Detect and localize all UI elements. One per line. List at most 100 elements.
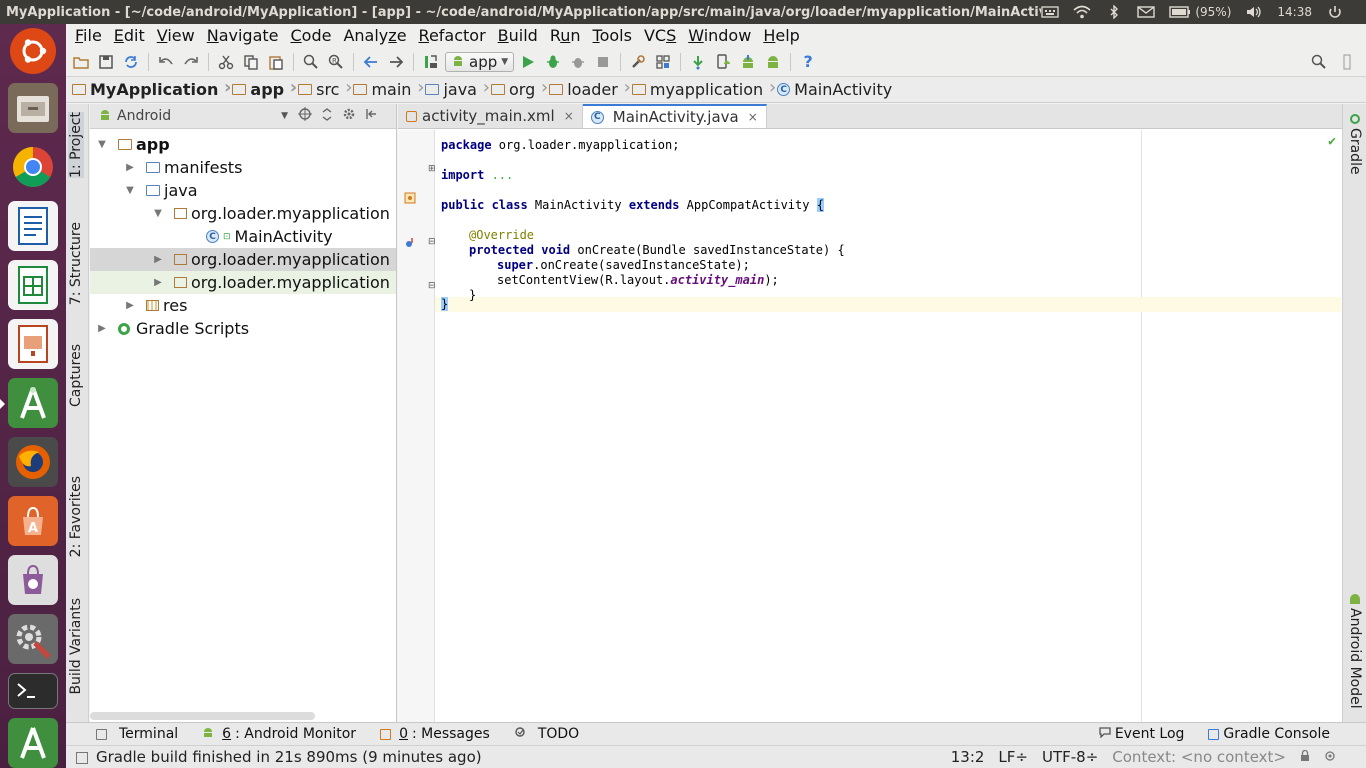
- toolbar-scroll-icon[interactable]: [1336, 51, 1358, 73]
- android-device-monitor-icon[interactable]: [762, 51, 784, 73]
- store-icon[interactable]: [8, 555, 58, 605]
- clock[interactable]: 14:38: [1277, 5, 1312, 19]
- breadcrumb-main[interactable]: main: [353, 77, 424, 99]
- menu-code[interactable]: Code: [285, 26, 338, 45]
- breadcrumb-java[interactable]: java: [425, 77, 489, 99]
- line-separator[interactable]: LF÷: [998, 748, 1028, 766]
- tool-messages[interactable]: 0: Messages: [368, 726, 502, 742]
- breadcrumb-src[interactable]: src: [298, 77, 353, 99]
- close-icon[interactable]: ×: [748, 110, 758, 124]
- dash-icon[interactable]: [10, 28, 56, 74]
- tool-event-log[interactable]: Event Log: [1087, 726, 1197, 742]
- calc-icon[interactable]: [8, 260, 58, 310]
- project-view-select[interactable]: Android ▼: [98, 107, 288, 125]
- settings-icon[interactable]: [8, 614, 58, 664]
- gradle-sync-icon[interactable]: [687, 51, 709, 73]
- stop-icon[interactable]: [592, 51, 614, 73]
- horizontal-scrollbar[interactable]: [90, 712, 315, 720]
- toggle-tool-windows-icon[interactable]: [76, 752, 88, 764]
- tab-captures[interactable]: Captures: [68, 344, 84, 407]
- tool-terminal[interactable]: Terminal: [84, 726, 190, 742]
- bluetooth-icon[interactable]: [1105, 4, 1123, 20]
- context-indicator[interactable]: Context: <no context>: [1112, 748, 1286, 766]
- undo-icon[interactable]: [155, 51, 177, 73]
- menu-help[interactable]: Help: [757, 26, 805, 45]
- breadcrumb-loader[interactable]: loader: [549, 77, 630, 99]
- avd-manager-icon[interactable]: [712, 51, 734, 73]
- help-icon[interactable]: ?: [797, 51, 819, 73]
- tab-build-variants[interactable]: Build Variants: [68, 598, 84, 695]
- battery-indicator[interactable]: (95%): [1169, 5, 1231, 19]
- power-icon[interactable]: [1326, 5, 1344, 19]
- software-center-icon[interactable]: A: [8, 496, 58, 546]
- breadcrumb-mainactivity[interactable]: C MainActivity: [777, 80, 902, 99]
- run-configuration-select[interactable]: app ▼: [445, 51, 515, 72]
- gear-icon[interactable]: [342, 107, 356, 125]
- run-icon[interactable]: [517, 51, 539, 73]
- menu-navigate[interactable]: Navigate: [201, 26, 285, 45]
- search-everywhere-icon[interactable]: [1308, 51, 1330, 73]
- debug-icon[interactable]: [542, 51, 564, 73]
- menu-window[interactable]: Window: [682, 26, 757, 45]
- scroll-from-source-icon[interactable]: [298, 107, 312, 125]
- sdk-manager-icon[interactable]: [737, 51, 759, 73]
- menu-tools[interactable]: Tools: [587, 26, 638, 45]
- breadcrumb-module[interactable]: app: [232, 77, 297, 99]
- tree-item-package-android-test[interactable]: ▶ org.loader.myapplication: [90, 248, 396, 271]
- tab-structure[interactable]: 7: Structure: [68, 222, 84, 305]
- breadcrumb-myapplication[interactable]: myapplication: [631, 77, 776, 99]
- android-studio-icon[interactable]: [0, 378, 58, 428]
- status-message[interactable]: Gradle build finished in 21s 890ms (9 mi…: [66, 748, 482, 766]
- terminal-icon[interactable]: [8, 673, 58, 709]
- inspector-icon[interactable]: [1324, 748, 1336, 766]
- cut-icon[interactable]: [215, 51, 237, 73]
- tree-item-mainactivity[interactable]: C ⊡ MainActivity: [90, 225, 396, 248]
- tab-project[interactable]: 1: Project: [68, 112, 84, 178]
- attach-debugger-icon[interactable]: [567, 51, 589, 73]
- implements-marker-icon[interactable]: [404, 192, 416, 207]
- menu-build[interactable]: Build: [492, 26, 544, 45]
- file-encoding[interactable]: UTF-8÷: [1042, 748, 1098, 766]
- tree-item-app[interactable]: ▼ app: [90, 133, 396, 156]
- sync-icon[interactable]: [120, 51, 142, 73]
- menu-analyze[interactable]: Analyze: [337, 26, 412, 45]
- back-icon[interactable]: [360, 51, 382, 73]
- code-area[interactable]: package org.loader.myapplication; import…: [435, 130, 1342, 722]
- copy-icon[interactable]: [240, 51, 262, 73]
- tool-android-monitor[interactable]: 6: Android Monitor: [190, 726, 368, 742]
- menu-run[interactable]: Run: [544, 26, 587, 45]
- menu-file[interactable]: File: [69, 26, 108, 45]
- menu-edit[interactable]: Edit: [108, 26, 151, 45]
- redo-icon[interactable]: [180, 51, 202, 73]
- wifi-icon[interactable]: [1073, 5, 1091, 19]
- override-marker-icon[interactable]: [404, 237, 416, 252]
- tree-item-gradle-scripts[interactable]: ▶ Gradle Scripts: [90, 317, 396, 340]
- open-folder-icon[interactable]: [70, 51, 92, 73]
- volume-icon[interactable]: [1245, 5, 1263, 19]
- paste-icon[interactable]: [265, 51, 287, 73]
- mail-icon[interactable]: [1137, 5, 1156, 19]
- writer-icon[interactable]: [8, 201, 58, 251]
- lock-icon[interactable]: [1300, 748, 1310, 766]
- chevron-right-icon[interactable]: ▶: [152, 277, 164, 288]
- forward-icon[interactable]: [385, 51, 407, 73]
- menu-vcs[interactable]: VCS: [638, 26, 682, 45]
- caret-position[interactable]: 13:2: [951, 748, 985, 766]
- chevron-right-icon[interactable]: ▶: [96, 323, 108, 334]
- menu-refactor[interactable]: Refactor: [413, 26, 492, 45]
- tab-android-model[interactable]: Android Model: [1347, 594, 1363, 709]
- impress-icon[interactable]: [8, 319, 58, 369]
- chevron-right-icon[interactable]: ▶: [124, 162, 136, 173]
- tree-item-package-test[interactable]: ▶ org.loader.myapplication: [90, 271, 396, 294]
- chevron-down-icon[interactable]: ▼: [124, 185, 136, 196]
- tool-gradle-console[interactable]: Gradle Console: [1196, 726, 1366, 742]
- chevron-down-icon[interactable]: ▼: [152, 208, 164, 219]
- tree-item-res[interactable]: ▶ res: [90, 294, 396, 317]
- breadcrumb-org[interactable]: org: [490, 77, 548, 99]
- editor-gutter[interactable]: ⊞ ⊟ ⊟: [398, 130, 436, 722]
- tree-item-manifests[interactable]: ▶ manifests: [90, 156, 396, 179]
- tool-todo[interactable]: TODO: [502, 726, 591, 742]
- save-all-icon[interactable]: [95, 51, 117, 73]
- android-studio-2-icon[interactable]: [8, 718, 58, 768]
- firefox-icon[interactable]: [8, 437, 58, 487]
